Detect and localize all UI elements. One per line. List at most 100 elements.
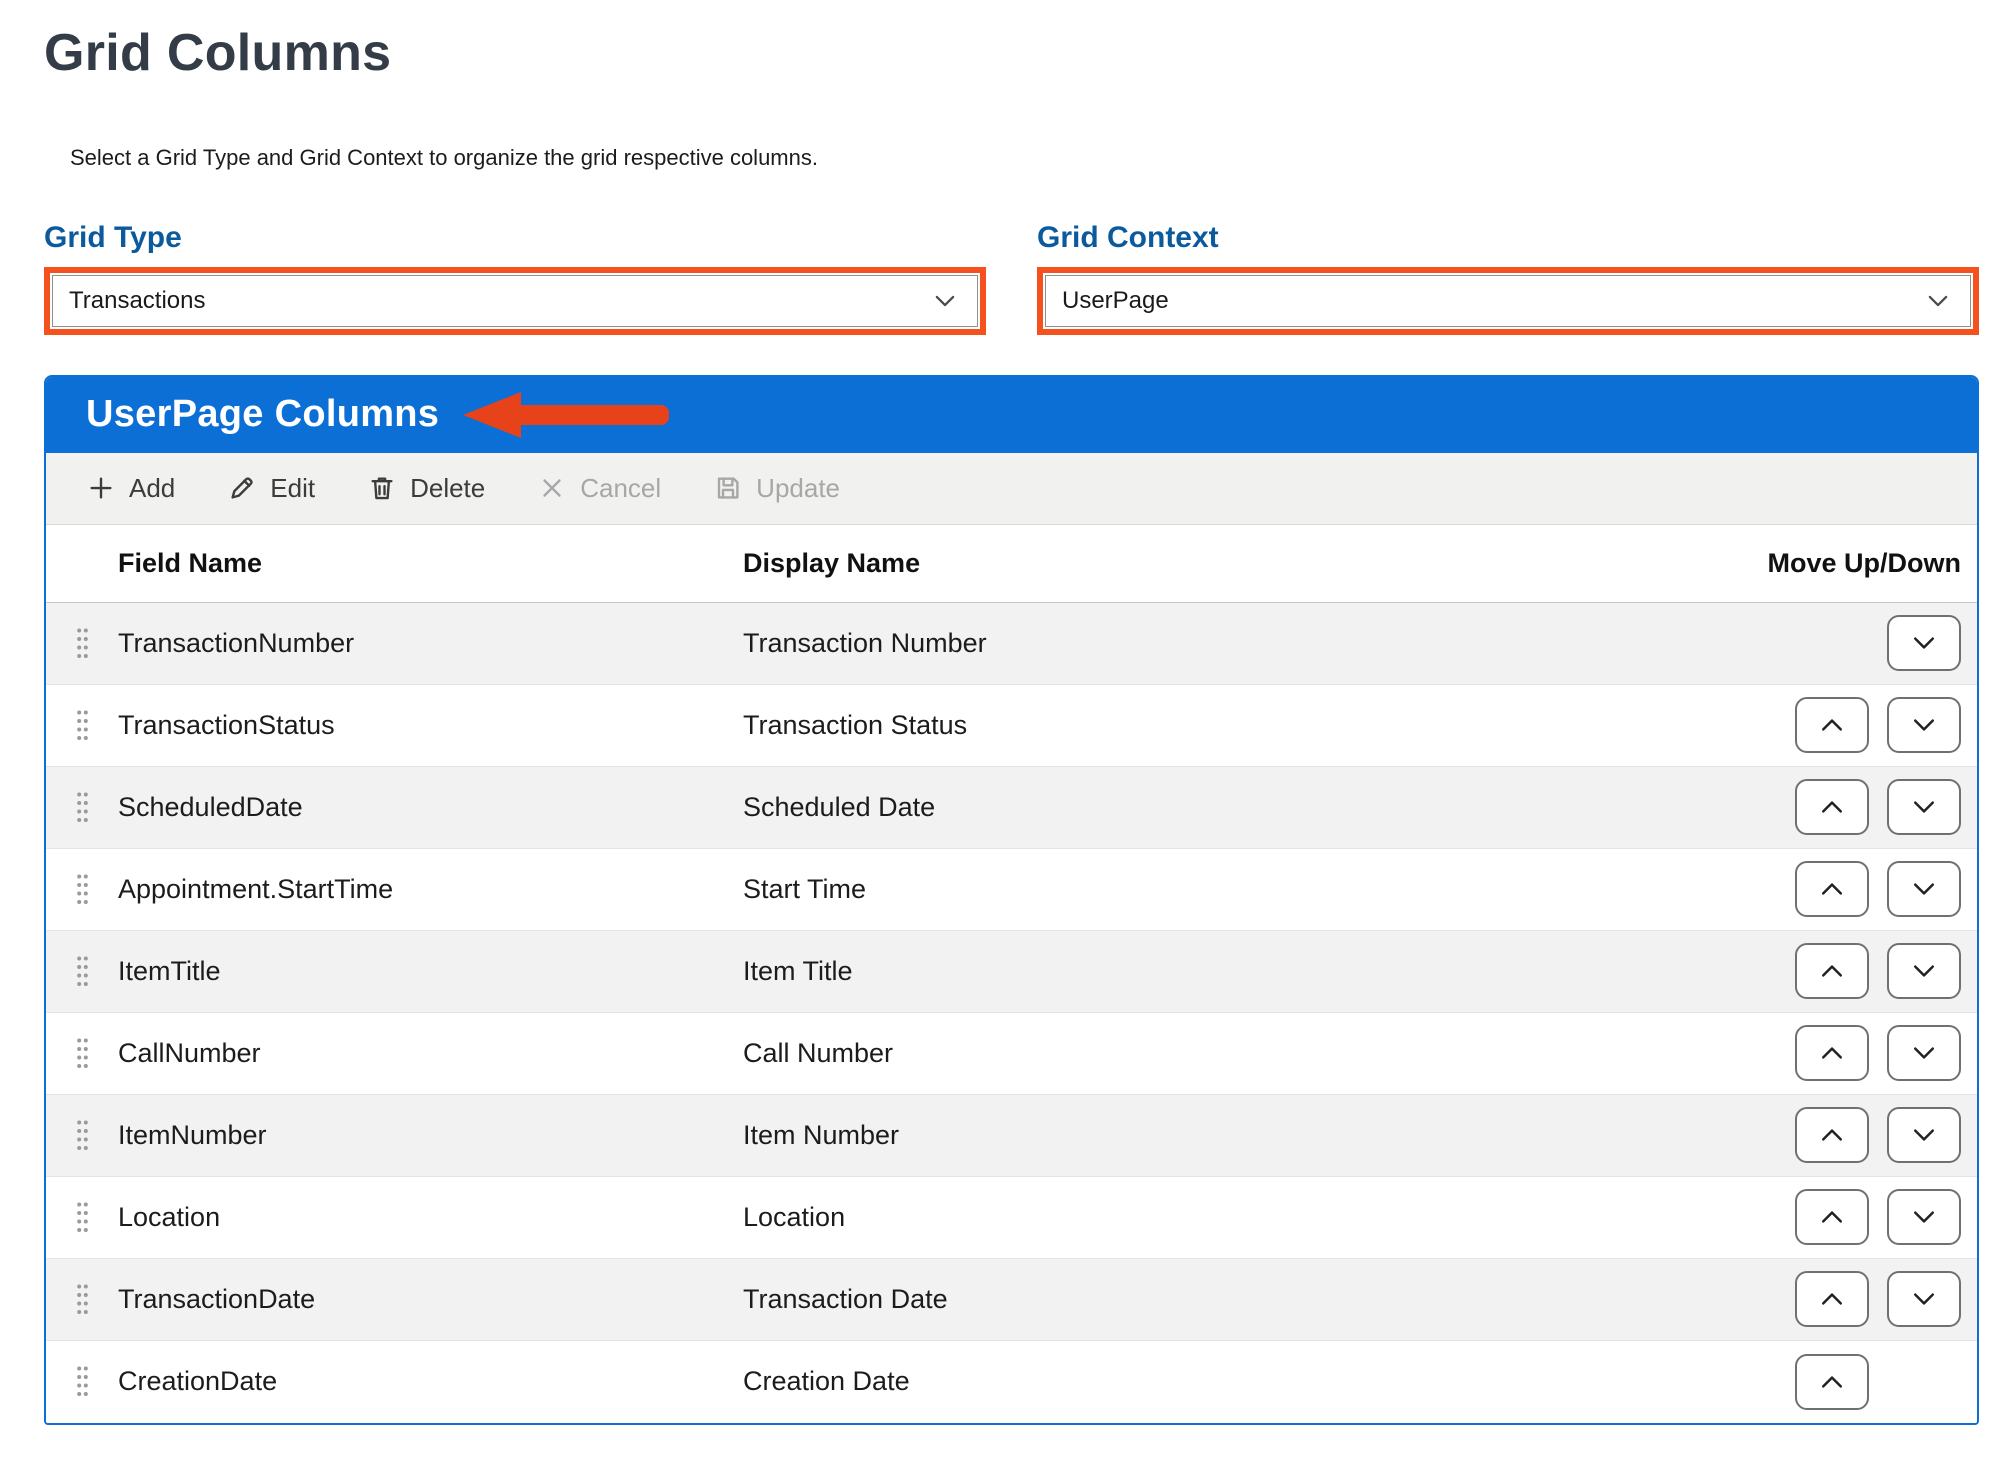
drag-handle-icon[interactable]: [76, 1037, 89, 1070]
userpage-columns-panel: UserPage Columns Add Edit Delete Cancel Upda…: [44, 375, 1979, 1425]
delete-button[interactable]: Delete: [367, 473, 485, 504]
chevron-up-icon: [1817, 1038, 1847, 1068]
chevron-up-icon: [1817, 874, 1847, 904]
display-name-cell: Item Title: [743, 956, 1721, 987]
move-down-button[interactable]: [1887, 1189, 1961, 1245]
chevron-down-icon: [1909, 792, 1939, 822]
table-row: ItemTitleItem Title: [46, 931, 1977, 1013]
drag-handle-icon[interactable]: [76, 1283, 89, 1316]
move-down-button[interactable]: [1887, 697, 1961, 753]
edit-button[interactable]: Edit: [227, 473, 315, 504]
move-up-button[interactable]: [1795, 1025, 1869, 1081]
table-header-row: Field Name Display Name Move Up/Down: [46, 525, 1977, 603]
move-down-button[interactable]: [1887, 861, 1961, 917]
cancel-button: Cancel: [537, 473, 661, 504]
move-buttons: [1721, 1271, 1961, 1327]
move-down-button[interactable]: [1887, 779, 1961, 835]
table-row: TransactionDateTransaction Date: [46, 1259, 1977, 1341]
display-name-cell: Start Time: [743, 874, 1721, 905]
grid-context-label: Grid Context: [1037, 221, 1979, 255]
move-buttons: [1721, 1189, 1961, 1245]
move-down-button[interactable]: [1887, 1271, 1961, 1327]
chevron-down-icon: [1909, 628, 1939, 658]
drag-handle-icon[interactable]: [76, 955, 89, 988]
move-up-button[interactable]: [1795, 779, 1869, 835]
update-button: Update: [713, 473, 840, 504]
page-title: Grid Columns: [44, 26, 1979, 81]
table-row: ScheduledDateScheduled Date: [46, 767, 1977, 849]
move-down-button[interactable]: [1887, 943, 1961, 999]
move-up-button[interactable]: [1795, 943, 1869, 999]
display-name-cell: Call Number: [743, 1038, 1721, 1069]
add-button[interactable]: Add: [86, 473, 175, 504]
field-name-cell: TransactionDate: [118, 1284, 743, 1315]
save-icon: [713, 473, 743, 503]
move-down-button[interactable]: [1887, 1107, 1961, 1163]
grid-type-annotation-box: Transactions: [44, 267, 986, 335]
drag-handle-icon[interactable]: [76, 627, 89, 660]
grid-context-value: UserPage: [1062, 287, 1169, 315]
drag-handle-icon[interactable]: [76, 1201, 89, 1234]
chevron-down-icon: [1909, 710, 1939, 740]
chevron-down-icon: [1924, 287, 1952, 315]
chevron-up-icon: [1817, 1367, 1847, 1397]
edit-label: Edit: [270, 473, 315, 504]
display-name-cell: Transaction Number: [743, 628, 1721, 659]
plus-icon: [86, 473, 116, 503]
display-name-cell: Item Number: [743, 1120, 1721, 1151]
table-row: CallNumberCall Number: [46, 1013, 1977, 1095]
grid-context-filter: Grid Context UserPage: [1037, 221, 1979, 335]
toolbar: Add Edit Delete Cancel Update: [46, 453, 1977, 525]
table-row: CreationDateCreation Date: [46, 1341, 1977, 1423]
move-up-button[interactable]: [1795, 1354, 1869, 1410]
move-buttons: [1721, 615, 1961, 671]
delete-label: Delete: [410, 473, 485, 504]
move-buttons: [1721, 1354, 1961, 1410]
drag-handle-icon[interactable]: [76, 791, 89, 824]
field-name-cell: Appointment.StartTime: [118, 874, 743, 905]
chevron-down-icon: [1909, 956, 1939, 986]
chevron-down-icon: [1909, 874, 1939, 904]
chevron-up-icon: [1817, 1202, 1847, 1232]
field-name-cell: TransactionNumber: [118, 628, 743, 659]
table-row: ItemNumberItem Number: [46, 1095, 1977, 1177]
move-down-button[interactable]: [1887, 615, 1961, 671]
move-up-button[interactable]: [1795, 1189, 1869, 1245]
drag-handle-icon[interactable]: [76, 709, 89, 742]
chevron-down-icon: [1909, 1284, 1939, 1314]
chevron-down-icon: [931, 287, 959, 315]
drag-handle-icon[interactable]: [76, 1365, 89, 1398]
chevron-up-icon: [1817, 792, 1847, 822]
field-name-cell: Location: [118, 1202, 743, 1233]
grid-type-filter: Grid Type Transactions: [44, 221, 986, 335]
move-buttons: [1721, 1107, 1961, 1163]
move-buttons: [1721, 943, 1961, 999]
table-row: TransactionStatusTransaction Status: [46, 685, 1977, 767]
table-row: LocationLocation: [46, 1177, 1977, 1259]
grid-context-dropdown[interactable]: UserPage: [1045, 275, 1971, 327]
drag-handle-icon[interactable]: [76, 1119, 89, 1152]
move-up-button[interactable]: [1795, 1107, 1869, 1163]
panel-title: UserPage Columns: [86, 393, 439, 436]
move-up-button[interactable]: [1795, 1271, 1869, 1327]
move-buttons: [1721, 861, 1961, 917]
drag-handle-icon[interactable]: [76, 873, 89, 906]
field-name-cell: CreationDate: [118, 1366, 743, 1397]
move-up-button[interactable]: [1795, 697, 1869, 753]
field-name-cell: TransactionStatus: [118, 710, 743, 741]
grid-type-dropdown[interactable]: Transactions: [52, 275, 978, 327]
cancel-label: Cancel: [580, 473, 661, 504]
move-down-button[interactable]: [1887, 1025, 1961, 1081]
panel-header: UserPage Columns: [46, 377, 1977, 453]
move-buttons: [1721, 779, 1961, 835]
field-name-cell: ItemTitle: [118, 956, 743, 987]
display-name-cell: Transaction Date: [743, 1284, 1721, 1315]
filters-row: Grid Type Transactions Grid Context User…: [44, 221, 1979, 335]
update-label: Update: [756, 473, 840, 504]
table-body: TransactionNumberTransaction Number Trans…: [46, 603, 1977, 1423]
page-subtitle: Select a Grid Type and Grid Context to o…: [70, 145, 1979, 171]
page: Grid Columns Select a Grid Type and Grid…: [0, 0, 2014, 1425]
grid-context-annotation-box: UserPage: [1037, 267, 1979, 335]
chevron-down-icon: [1909, 1038, 1939, 1068]
move-up-button[interactable]: [1795, 861, 1869, 917]
